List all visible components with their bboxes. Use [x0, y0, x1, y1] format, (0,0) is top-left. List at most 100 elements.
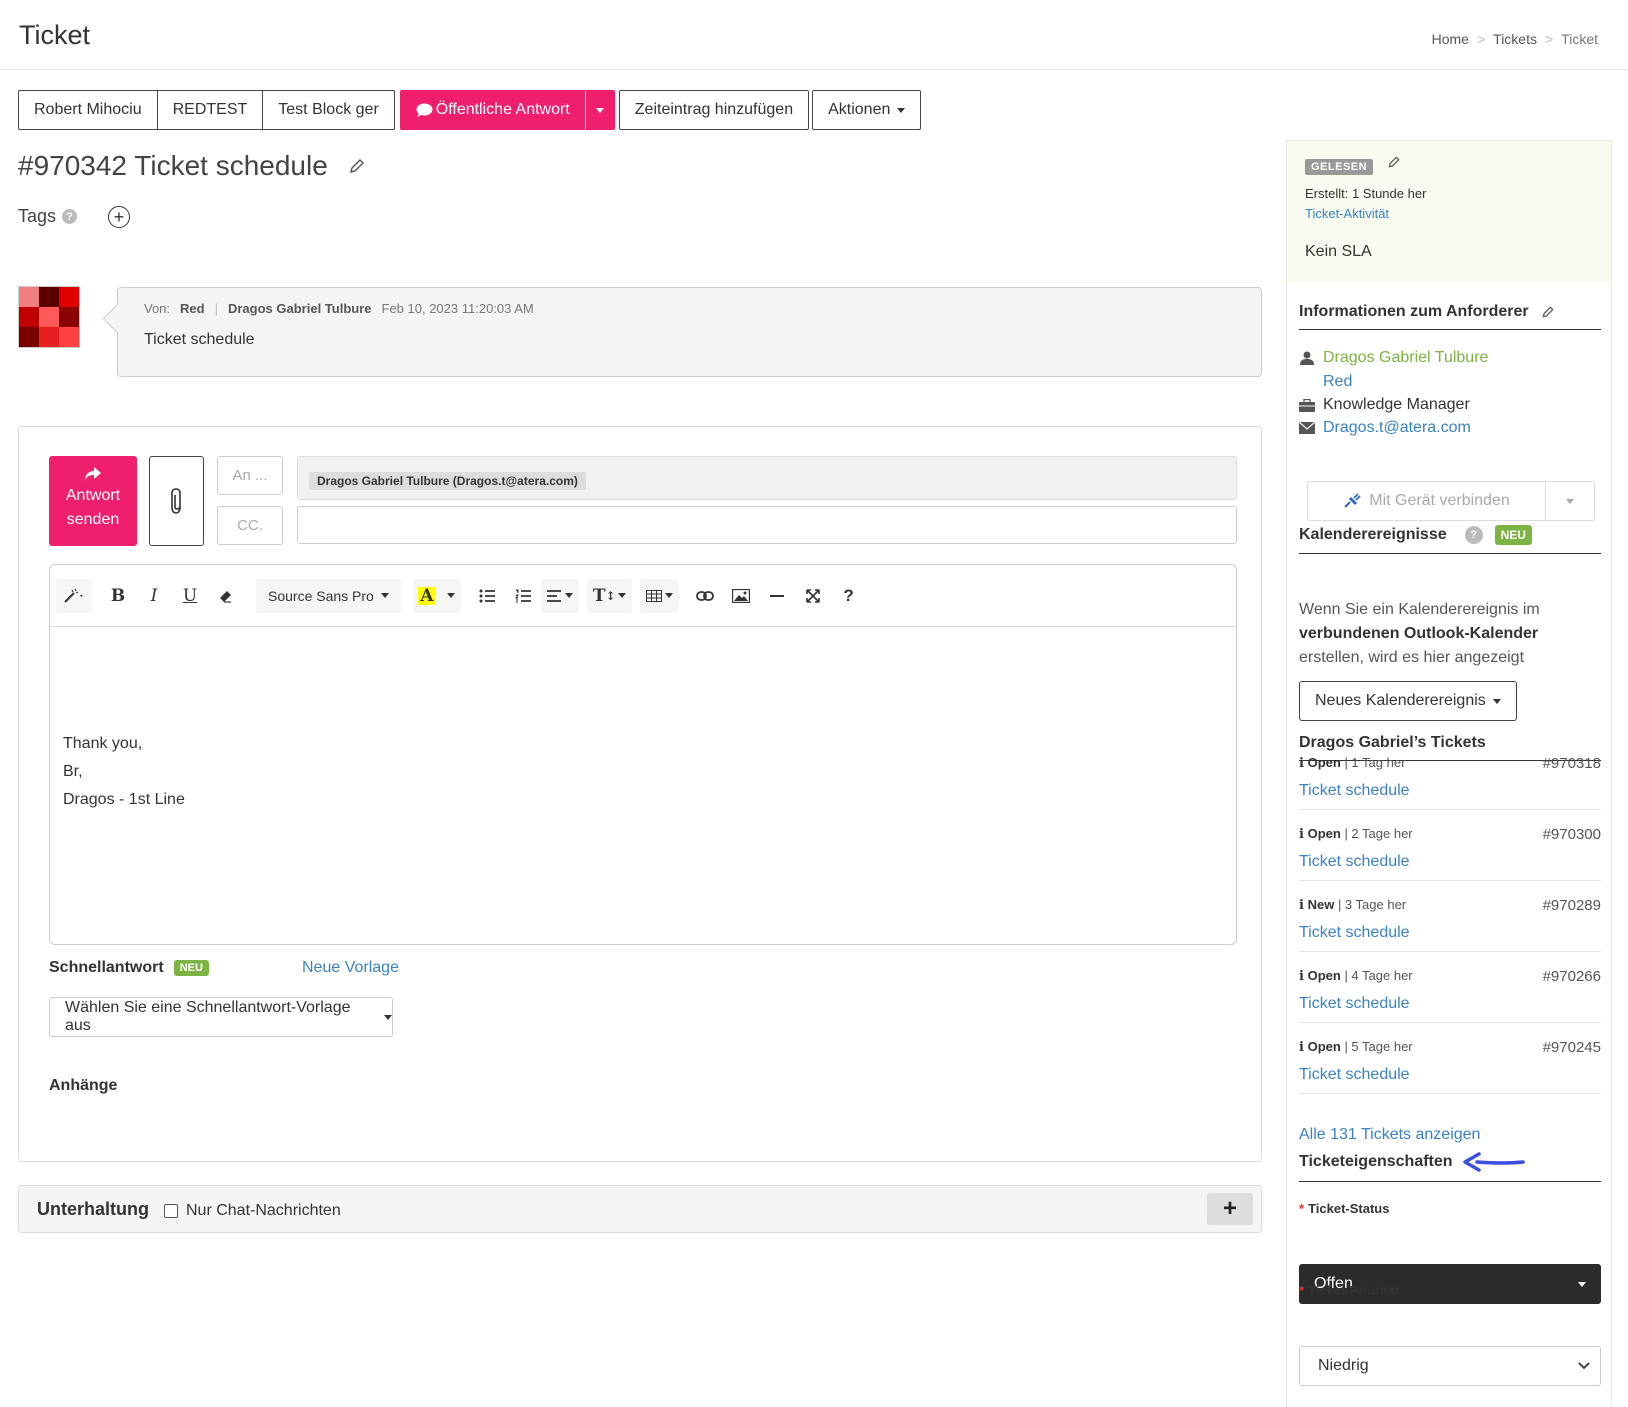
from-label: Von:: [144, 301, 171, 316]
eraser-icon[interactable]: [208, 579, 244, 613]
ticket-sidebar: GELESEN Erstellt: 1 Stunde her Ticket-Ak…: [1286, 140, 1612, 1407]
new-template-link[interactable]: Neue Vorlage: [302, 959, 399, 977]
calendar-text-1: Wenn Sie ein Kalenderereignis im: [1299, 601, 1540, 618]
read-badge: GELESEN: [1305, 159, 1374, 175]
breadcrumb-tickets[interactable]: Tickets: [1493, 31, 1537, 47]
block-button[interactable]: Test Block ger: [262, 90, 395, 130]
text-color-button[interactable]: A: [412, 578, 461, 613]
image-icon[interactable]: [723, 579, 759, 613]
top-bar: Ticket Home > Tickets > Ticket: [0, 0, 1628, 70]
add-tag-icon[interactable]: +: [108, 206, 130, 228]
text-color-icon: A: [418, 585, 436, 606]
recipient-chip[interactable]: Dragos Gabriel Tulbure (Dragos.t@atera.c…: [309, 472, 586, 490]
assignment-button-group: Robert Mihociu REDTEST Test Block ger: [18, 90, 395, 130]
ticket-priority-label: Ticket-Priorität: [1308, 1283, 1400, 1298]
cc-button[interactable]: CC.: [217, 506, 283, 545]
assignee-button[interactable]: Robert Mihociu: [18, 90, 158, 130]
connect-device-main[interactable]: Mit Gerät verbinden: [1308, 482, 1546, 520]
ticket-link[interactable]: Ticket schedule: [1299, 924, 1410, 942]
to-button[interactable]: An ...: [217, 456, 283, 495]
ticket-status-line: i Open | 2 Tage her: [1299, 826, 1413, 843]
editor-line: Br,: [63, 763, 83, 780]
info-icon: i: [1299, 827, 1304, 842]
help-icon[interactable]: ?: [62, 209, 78, 224]
bold-icon[interactable]: B: [100, 579, 136, 613]
ticket-status: Open: [1307, 826, 1341, 841]
ticket-link[interactable]: Ticket schedule: [1299, 1066, 1410, 1084]
ticket-link[interactable]: Ticket schedule: [1299, 995, 1410, 1013]
connect-device-button[interactable]: Mit Gerät verbinden: [1307, 481, 1595, 521]
all-tickets-link[interactable]: Alle 131 Tickets anzeigen: [1299, 1126, 1480, 1144]
tags-label: Tags: [18, 206, 57, 226]
ticket-priority-select[interactable]: Niedrig: [1299, 1346, 1601, 1386]
link-icon[interactable]: [687, 579, 723, 613]
help-icon[interactable]: ?: [1464, 526, 1483, 544]
attach-button[interactable]: [149, 456, 204, 546]
new-badge: NEU: [1494, 525, 1532, 545]
actions-menu-button[interactable]: Aktionen: [812, 90, 922, 130]
add-note-button[interactable]: +: [1207, 1193, 1253, 1225]
quick-reply-select-label: Wählen Sie eine Schnellantwort-Vorlage a…: [65, 999, 351, 1034]
underline-icon[interactable]: U: [172, 579, 208, 613]
edit-pencil-icon[interactable]: [348, 157, 366, 175]
info-icon: i: [1299, 1040, 1304, 1055]
public-reply-dropdown[interactable]: [584, 90, 615, 130]
ticket-activity-link[interactable]: Ticket-Aktivität: [1305, 206, 1389, 221]
requester-role: Knowledge Manager: [1323, 396, 1470, 413]
horizontal-rule-icon[interactable]: [759, 579, 795, 613]
caret-down-icon: [384, 1014, 392, 1020]
connect-device-dropdown[interactable]: [1546, 482, 1594, 520]
ticket-age: | 3 Tage her: [1337, 897, 1407, 912]
ticket-meta: i Open | 5 Tage her #970245: [1299, 1039, 1601, 1056]
cc-field[interactable]: [297, 506, 1237, 544]
chat-only-toggle[interactable]: Nur Chat-Nachrichten: [164, 1202, 341, 1220]
calendar-text-bold: verbundenen Outlook-Kalender: [1299, 625, 1539, 642]
public-reply-button[interactable]: Öffentliche Antwort: [399, 90, 586, 130]
font-family-label: Source Sans Pro: [268, 587, 374, 604]
new-calendar-event-button[interactable]: Neues Kalenderereignis: [1299, 681, 1517, 721]
requester-name-link[interactable]: Dragos Gabriel Tulbure: [1323, 349, 1488, 367]
text-size-icon[interactable]: T ↕: [586, 578, 632, 613]
magic-wand-icon[interactable]: [56, 578, 92, 613]
send-reply-button[interactable]: Antwort senden: [49, 456, 137, 546]
breadcrumb-current: Ticket: [1561, 31, 1598, 47]
calendar-text-2: erstellen, wird es hier angezeigt: [1299, 649, 1525, 666]
requester-section-header: Informationen zum Anforderer: [1299, 303, 1601, 330]
breadcrumb: Home > Tickets > Ticket: [1432, 31, 1598, 47]
ticket-link[interactable]: Ticket schedule: [1299, 853, 1410, 871]
message-meta: Von: Red | Dragos Gabriel Tulbure Feb 10…: [144, 301, 534, 316]
edit-pencil-icon[interactable]: [1541, 305, 1555, 319]
help-icon[interactable]: ?: [831, 579, 867, 613]
ticket-link[interactable]: Ticket schedule: [1299, 782, 1410, 800]
edit-pencil-icon[interactable]: [1387, 155, 1401, 173]
required-asterisk-icon: *: [1299, 1201, 1305, 1216]
avatar: [18, 286, 80, 348]
ticket-title-row: #970342 Ticket schedule: [18, 150, 366, 182]
requester-org-link[interactable]: Red: [1323, 373, 1352, 391]
italic-icon[interactable]: I: [136, 579, 172, 613]
requester-heading: Informationen zum Anforderer: [1299, 303, 1529, 320]
ticket-status: Open: [1307, 755, 1341, 770]
align-icon[interactable]: [540, 578, 579, 613]
caret-down-icon: [897, 107, 906, 113]
chat-only-checkbox[interactable]: [164, 1204, 178, 1218]
time-entry-button[interactable]: Zeiteintrag hinzufügen: [618, 90, 810, 130]
list-item: i New | 3 Tage her #970289 Ticket schedu…: [1299, 881, 1601, 952]
caret-down-icon: [617, 593, 626, 598]
calendar-heading: Kalenderereignisse: [1299, 526, 1447, 543]
font-family-select[interactable]: Source Sans Pro: [256, 578, 401, 613]
fullscreen-icon[interactable]: [795, 579, 831, 613]
editor-content[interactable]: Thank you, Br, Dragos - 1st Line: [63, 730, 185, 814]
to-recipients-field[interactable]: Dragos Gabriel Tulbure (Dragos.t@atera.c…: [297, 456, 1237, 500]
table-icon[interactable]: [639, 578, 679, 613]
numbered-list-icon[interactable]: [505, 579, 541, 613]
breadcrumb-home[interactable]: Home: [1432, 31, 1469, 47]
quick-reply-select[interactable]: Wählen Sie eine Schnellantwort-Vorlage a…: [49, 997, 393, 1037]
bullet-list-icon[interactable]: [469, 579, 505, 613]
requester-email-link[interactable]: Dragos.t@atera.com: [1323, 419, 1471, 437]
editor-line: Dragos - 1st Line: [63, 791, 185, 808]
list-item: i Open | 5 Tage her #970245 Ticket sched…: [1299, 1023, 1601, 1094]
ticket-status: Open: [1307, 968, 1341, 983]
group-button[interactable]: REDTEST: [156, 90, 264, 130]
ticket-meta: i Open | 2 Tage her #970300: [1299, 826, 1601, 843]
